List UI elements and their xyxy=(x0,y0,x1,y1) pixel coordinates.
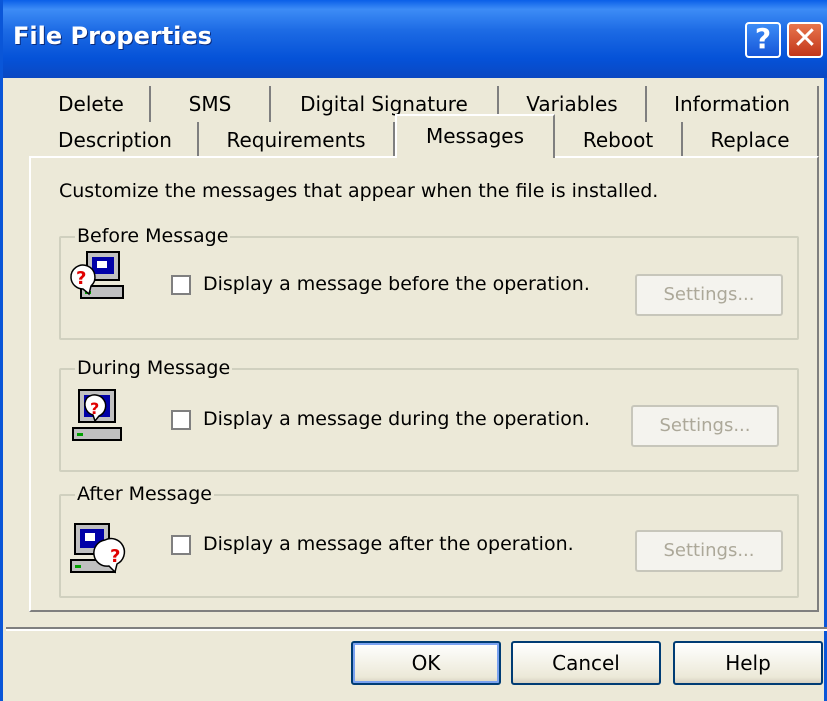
group-title: After Message xyxy=(75,482,214,506)
tab-description[interactable]: Description xyxy=(33,122,199,158)
tab-reboot[interactable]: Reboot xyxy=(555,122,683,158)
group-title: Before Message xyxy=(75,224,231,248)
intro-text: Customize the messages that appear when … xyxy=(59,180,659,202)
computer-question-icon: ? xyxy=(70,251,124,299)
after-message-checkbox-label[interactable]: Display a message after the operation. xyxy=(203,533,574,555)
help-button[interactable]: Help xyxy=(673,641,823,685)
tab-messages[interactable]: Messages xyxy=(395,114,555,158)
help-title-button[interactable]: ? xyxy=(745,22,781,58)
close-title-button[interactable]: ✕ xyxy=(787,22,823,58)
during-message-checkbox[interactable] xyxy=(171,410,191,430)
before-settings-button[interactable]: Settings... xyxy=(635,274,783,316)
title-bar[interactable]: File Properties ? ✕ xyxy=(3,0,827,78)
before-message-checkbox[interactable] xyxy=(171,275,191,295)
tab-information[interactable]: Information xyxy=(647,86,819,122)
tab-delete[interactable]: Delete xyxy=(33,86,151,122)
during-message-checkbox-label[interactable]: Display a message during the operation. xyxy=(203,408,590,430)
file-properties-dialog: File Properties ? ✕ Delete SMS Digital S… xyxy=(0,0,827,701)
tab-sms[interactable]: SMS xyxy=(151,86,271,122)
svg-text:?: ? xyxy=(76,268,86,289)
after-settings-button[interactable]: Settings... xyxy=(635,530,783,572)
window-title: File Properties xyxy=(13,22,212,50)
computer-question-icon: ? xyxy=(70,523,126,574)
ok-button[interactable]: OK xyxy=(351,641,501,685)
group-title: During Message xyxy=(75,356,233,380)
tab-replace[interactable]: Replace xyxy=(683,122,819,158)
after-message-checkbox[interactable] xyxy=(171,535,191,555)
before-message-checkbox-label[interactable]: Display a message before the operation. xyxy=(203,273,590,295)
svg-text:?: ? xyxy=(90,399,99,418)
during-settings-button[interactable]: Settings... xyxy=(631,405,779,447)
separator xyxy=(6,627,827,631)
svg-text:?: ? xyxy=(110,546,120,567)
cancel-button[interactable]: Cancel xyxy=(511,641,661,685)
computer-question-icon: ? xyxy=(72,389,122,441)
tab-requirements[interactable]: Requirements xyxy=(199,122,395,158)
